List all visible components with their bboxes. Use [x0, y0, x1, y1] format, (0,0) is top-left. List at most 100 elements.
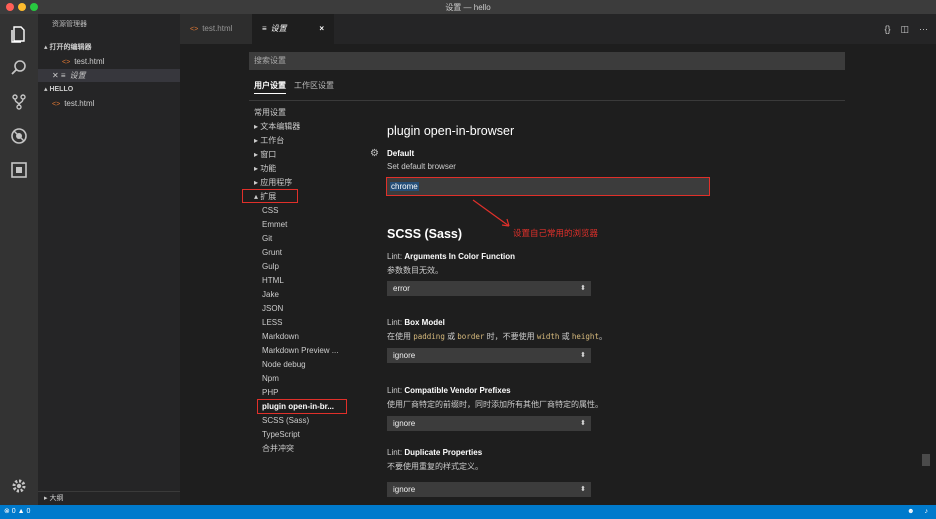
toc-item[interactable]: Node debug	[262, 358, 306, 372]
lint-select[interactable]: error ⬍	[387, 281, 591, 296]
toc-item[interactable]: ▸ 应用程序	[254, 176, 292, 190]
toc-item[interactable]: 合并冲突	[262, 442, 294, 456]
toc-item[interactable]: Markdown Preview ...	[262, 344, 338, 358]
setting-name: Lint: Duplicate Properties	[387, 448, 483, 457]
highlight-box	[257, 399, 347, 414]
folder-header[interactable]: ▴ HELLO	[38, 84, 180, 96]
lint-select[interactable]: ignore ⬍	[387, 416, 591, 431]
highlight-box	[386, 177, 710, 196]
setting-description: Set default browser	[387, 162, 456, 171]
settings-file-icon: ≡	[262, 24, 267, 33]
smiley-icon[interactable]: ☻	[907, 505, 914, 519]
setting-name: Default	[387, 149, 415, 158]
toc-item[interactable]: LESS	[262, 316, 282, 330]
file-label: test.html	[64, 99, 95, 108]
annotation-arrow	[472, 199, 510, 227]
select-value: ignore	[393, 419, 416, 428]
toc-item[interactable]: 常用设置	[254, 106, 286, 120]
toc-item[interactable]: TypeScript	[262, 428, 300, 442]
setting-description: 不要使用重复的样式定义。	[387, 462, 483, 471]
html-file-icon: <>	[190, 26, 199, 33]
chevron-updown-icon: ⬍	[580, 486, 586, 493]
setting-description: 使用厂商特定的前缀时，同时添加所有其他厂商特定的属性。	[387, 400, 603, 409]
toc-item[interactable]: PHP	[262, 386, 278, 400]
settings-search-input[interactable]: 搜索设置	[249, 52, 845, 70]
toc-item[interactable]: ▸ 工作台	[254, 134, 284, 148]
select-value: ignore	[393, 485, 416, 494]
setting-name: Lint: Arguments In Color Function	[387, 252, 516, 261]
editor-actions: {} ◫ ···	[884, 14, 928, 44]
lint-select[interactable]: ignore ⬍	[387, 348, 591, 363]
setting-description: 在使用 padding 或 border 时，不要使用 width 或 heig…	[387, 332, 607, 341]
tab-label: test.html	[202, 24, 233, 33]
debug-icon[interactable]	[9, 126, 29, 146]
section-title: plugin open-in-browser	[387, 124, 515, 138]
toc-item[interactable]: Emmet	[262, 218, 287, 232]
open-editor-label: test.html	[74, 57, 105, 66]
tab-settings[interactable]: ≡ 设置 ×	[252, 14, 334, 44]
extensions-icon[interactable]	[9, 160, 29, 180]
activity-bar	[0, 14, 38, 505]
gear-icon[interactable]: ⚙	[370, 148, 379, 159]
open-editor-item[interactable]: ✕ ≡ 设置	[38, 69, 180, 82]
problems-indicator[interactable]: ⊗ 0 ▲ 0	[4, 505, 30, 519]
open-json-icon[interactable]: {}	[884, 14, 890, 44]
setting-description: 参数数目无效。	[387, 266, 443, 275]
tab-label: 设置	[270, 24, 287, 33]
highlight-box	[242, 189, 298, 203]
file-tree-item[interactable]: <> test.html	[38, 97, 180, 110]
status-right: ☻ ♪	[907, 505, 928, 519]
split-editor-icon[interactable]: ◫	[900, 14, 909, 44]
html-file-icon: <>	[52, 101, 61, 108]
divider	[249, 100, 845, 101]
more-actions-icon[interactable]: ···	[919, 14, 928, 44]
close-icon[interactable]: ✕ ≡	[52, 71, 66, 80]
annotation-text: 设置自己常用的浏览器	[513, 228, 599, 238]
explorer-sidebar: 资源管理器 ▴ 打开的编辑器 <> test.html ✕ ≡ 设置 ▴ HELLO…	[38, 14, 180, 505]
scrollbar-thumb[interactable]	[922, 454, 930, 466]
toc-item[interactable]: ▸ 文本编辑器	[254, 120, 300, 134]
toc-item[interactable]: Gulp	[262, 260, 279, 274]
chevron-updown-icon: ⬍	[580, 352, 586, 359]
settings-scope-tabs: 用户设置 工作区设置	[254, 80, 334, 94]
outline-header[interactable]: ▸ 大纲	[38, 491, 180, 505]
html-file-icon: <>	[62, 59, 71, 66]
search-icon[interactable]	[9, 58, 29, 78]
toc-item[interactable]: CSS	[262, 204, 278, 218]
toc-item[interactable]: Grunt	[262, 246, 282, 260]
toc-item[interactable]: ▸ 窗口	[254, 148, 276, 162]
files-icon[interactable]	[9, 24, 29, 44]
status-bar: ⊗ 0 ▲ 0 ☻ ♪	[0, 505, 936, 519]
lint-select[interactable]: ignore ⬍	[387, 482, 591, 497]
setting-name: Lint: Box Model	[387, 318, 445, 327]
toc-item[interactable]: ▸ 功能	[254, 162, 276, 176]
settings-editor: 搜索设置 用户设置 工作区设置 常用设置 ▸ 文本编辑器 ▸ 工作台 ▸ 窗口 …	[180, 44, 936, 505]
chevron-updown-icon: ⬍	[580, 285, 586, 292]
toc-item[interactable]: Jake	[262, 288, 279, 302]
tab-workspace-settings[interactable]: 工作区设置	[294, 80, 334, 94]
tab-close-icon[interactable]: ×	[319, 14, 324, 44]
title-bar: 设置 — hello	[0, 0, 936, 14]
select-value: error	[393, 284, 410, 293]
chevron-updown-icon: ⬍	[580, 420, 586, 427]
open-editors-header[interactable]: ▴ 打开的编辑器	[38, 42, 180, 54]
source-control-icon[interactable]	[9, 92, 29, 112]
open-editor-label: 设置	[69, 71, 86, 80]
tab-test-html[interactable]: <> test.html	[180, 14, 252, 44]
toc-item[interactable]: HTML	[262, 274, 284, 288]
window-title: 设置 — hello	[445, 3, 491, 12]
section-title: SCSS (Sass)	[387, 227, 463, 241]
explorer-title: 资源管理器	[52, 21, 87, 28]
bell-icon[interactable]: ♪	[925, 505, 929, 519]
toc-item[interactable]: Git	[262, 232, 272, 246]
toc-item[interactable]: JSON	[262, 302, 283, 316]
open-editor-item[interactable]: <> test.html	[38, 55, 180, 68]
select-value: ignore	[393, 351, 416, 360]
toc-item[interactable]: Npm	[262, 372, 279, 386]
setting-name: Lint: Compatible Vendor Prefixes	[387, 386, 511, 395]
toc-item[interactable]: SCSS (Sass)	[262, 414, 309, 428]
editor-tab-bar: <> test.html ≡ 设置 × {} ◫ ···	[180, 14, 936, 44]
toc-item[interactable]: Markdown	[262, 330, 299, 344]
tab-user-settings[interactable]: 用户设置	[254, 80, 286, 94]
settings-gear-icon[interactable]	[9, 476, 29, 496]
